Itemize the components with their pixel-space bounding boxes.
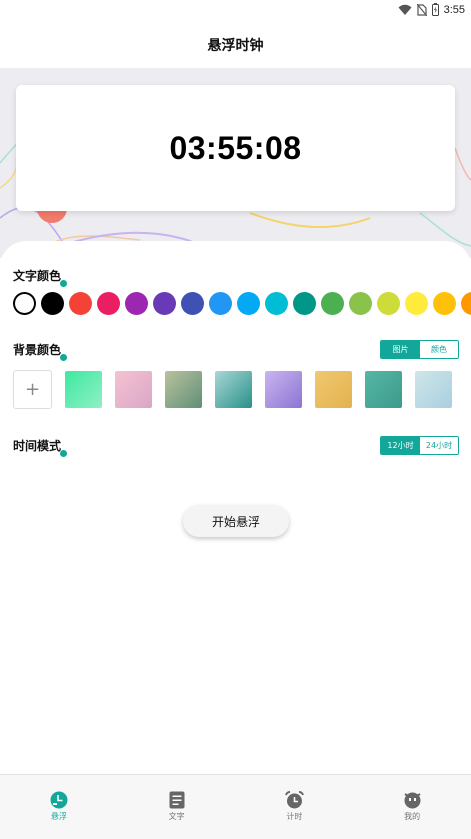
text-color-label: 文字颜色 [13,267,68,287]
nav-label-timer: 计时 [286,812,303,821]
text-color-swatches [13,292,471,315]
background-tile[interactable] [265,371,302,408]
status-time: 3:55 [443,3,465,16]
start-floating-button[interactable]: 开始悬浮 [183,505,289,537]
nav-item-timer[interactable]: 计时 [236,775,354,839]
background-mode-color[interactable]: 颜色 [420,341,458,358]
time-mode-12h[interactable]: 12小时 [381,437,420,454]
color-swatch[interactable] [433,292,456,315]
alarm-clock-icon [284,791,304,809]
color-swatch[interactable] [377,292,400,315]
color-swatch[interactable] [265,292,288,315]
color-swatch[interactable] [321,292,344,315]
color-swatch[interactable] [181,292,204,315]
time-mode-24h[interactable]: 24小时 [420,437,458,454]
wifi-icon [398,4,412,15]
clock-card: 03:55:08 [16,85,455,211]
color-swatch[interactable] [209,292,232,315]
clock-preview-area: 03:55:08 [0,68,471,258]
page-title: 悬浮时钟 [207,38,264,54]
background-tile[interactable] [115,371,152,408]
background-tile[interactable] [365,371,402,408]
color-swatch[interactable] [41,292,64,315]
add-background-button[interactable]: + [13,370,52,409]
accent-dot [60,280,68,287]
no-sim-icon [416,3,427,16]
accent-dot [60,450,68,457]
color-swatch[interactable] [69,292,92,315]
nav-label-floating: 悬浮 [50,812,67,821]
color-swatch[interactable] [237,292,260,315]
color-swatch[interactable] [125,292,148,315]
text-color-label-text: 文字颜色 [13,269,62,283]
time-mode-label-text: 时间模式 [13,439,62,453]
profile-face-icon [404,792,421,809]
color-swatch[interactable] [405,292,428,315]
nav-label-mine: 我的 [404,812,421,821]
nav-label-text: 文字 [168,812,185,821]
color-swatch[interactable] [153,292,176,315]
background-mode-toggle: 图片 颜色 [380,340,459,359]
background-tile[interactable] [315,371,352,408]
background-tile[interactable] [65,371,102,408]
color-swatch[interactable] [349,292,372,315]
battery-icon [431,3,439,16]
color-swatch[interactable] [461,292,471,315]
color-swatch[interactable] [293,292,316,315]
background-tiles: + [13,370,452,409]
color-swatch[interactable] [97,292,120,315]
clock-time: 03:55:08 [169,129,302,166]
accent-dot [60,354,68,361]
nav-item-floating[interactable]: 悬浮 [0,775,118,839]
time-mode-label: 时间模式 [13,437,68,457]
app-bar: 悬浮时钟 [0,22,471,68]
background-color-label: 背景颜色 [13,341,68,361]
background-tile[interactable] [215,371,252,408]
bottom-nav: 悬浮 文字 计时 我的 [0,774,471,839]
status-icons: 3:55 [398,3,465,16]
nav-item-text[interactable]: 文字 [118,775,236,839]
nav-item-mine[interactable]: 我的 [353,775,471,839]
time-mode-toggle: 12小时 24小时 [380,436,459,455]
floating-clock-icon [50,791,68,809]
color-swatch[interactable] [13,292,36,315]
background-tile[interactable] [415,371,452,408]
status-bar: 3:55 [0,0,471,22]
background-tile[interactable] [165,371,202,408]
background-color-label-text: 背景颜色 [13,343,62,357]
document-icon [169,791,185,809]
background-mode-image[interactable]: 图片 [381,341,420,358]
